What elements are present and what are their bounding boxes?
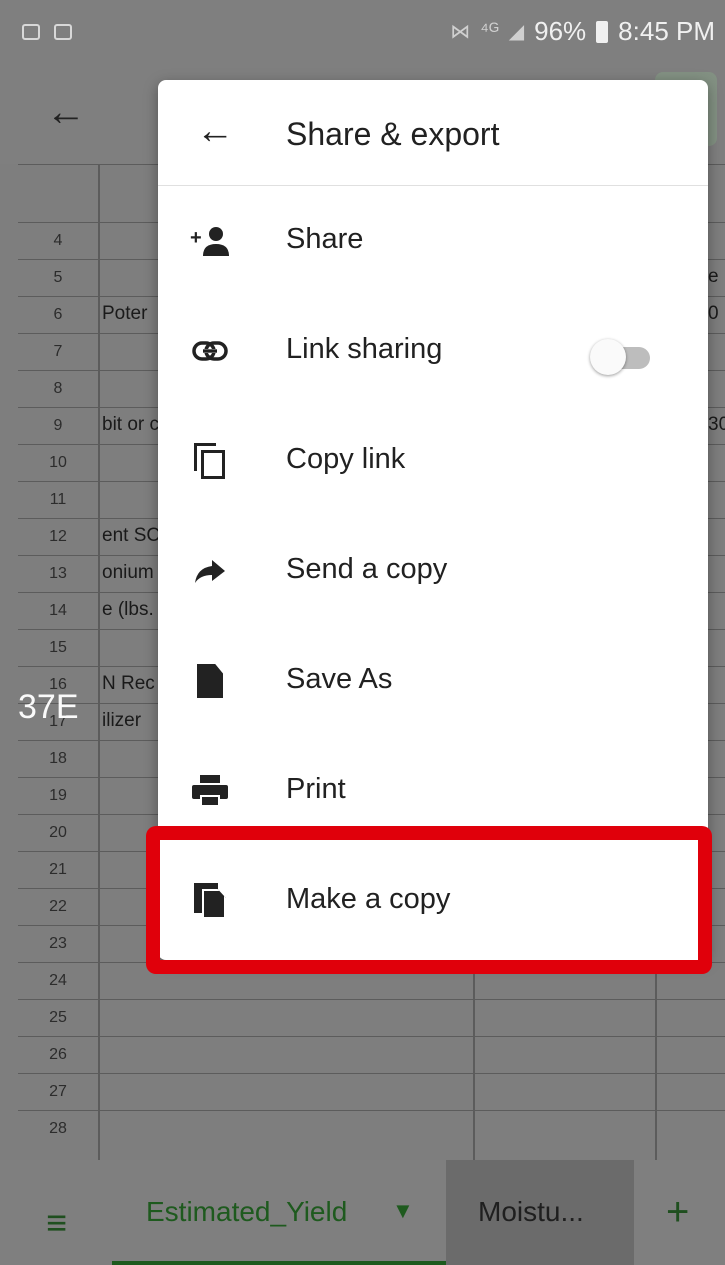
svg-text:+: + — [190, 227, 202, 249]
menu-item-send-a-copy[interactable]: Send a copy — [158, 515, 708, 625]
row-number: 27 — [49, 1083, 67, 1100]
toggle-thumb — [590, 339, 626, 375]
row-number: 28 — [49, 1120, 67, 1137]
print-icon — [190, 771, 230, 811]
menu-item-copy-link[interactable]: Copy link — [158, 405, 708, 515]
menu-item-save-as[interactable]: Save As — [158, 625, 708, 735]
row-number: 8 — [53, 380, 63, 397]
row-number: 14 — [49, 602, 67, 619]
row-number: 24 — [49, 972, 67, 989]
menu-item-label: Make a copy — [286, 883, 451, 915]
row-number: 13 — [49, 565, 67, 582]
row-number: 5 — [53, 269, 63, 286]
back-arrow-icon[interactable]: ← — [46, 90, 86, 135]
table-row: 28 — [18, 1110, 725, 1147]
menu-item-label: Share — [286, 223, 364, 255]
table-cell: onium — [102, 562, 154, 583]
cell-overflow-text: 37E — [18, 688, 79, 726]
link-icon — [190, 331, 230, 371]
signal-icon: ◢ — [508, 21, 525, 43]
table-cell: e (lbs. — [102, 599, 154, 620]
menu-item-label: Send a copy — [286, 553, 448, 585]
row-number: 20 — [49, 824, 67, 841]
caret-down-icon: ▼ — [392, 1198, 414, 1223]
network-4g-icon: ⁴ᴳ — [480, 20, 499, 42]
all-sheets-menu-icon[interactable]: ≡ — [46, 1202, 67, 1244]
copy-link-icon — [190, 441, 230, 481]
battery-icon — [596, 20, 609, 43]
menu-item-make-a-copy[interactable]: Make a copy — [158, 845, 708, 955]
notification-icons — [22, 24, 72, 40]
menu-item-link-sharing[interactable]: Link sharing — [158, 295, 708, 405]
add-sheet-icon[interactable]: + — [666, 1190, 689, 1235]
menu-item-print[interactable]: Print — [158, 735, 708, 845]
row-number: 22 — [49, 898, 67, 915]
row-number: 6 — [53, 306, 63, 323]
add-person-icon: + — [190, 221, 230, 261]
table-cell: 30 — [708, 414, 725, 435]
row-number: 12 — [49, 528, 67, 545]
tab-moisture[interactable]: Moistu... — [446, 1160, 634, 1265]
make-copy-icon — [190, 881, 230, 921]
table-cell: bit or c — [102, 414, 160, 435]
status-bar: ⋈ ⁴ᴳ ◢ 96% 8:45 PM — [0, 0, 725, 64]
menu-header: ← Share & export — [158, 80, 708, 186]
document-icon — [190, 661, 230, 701]
table-row: 26 — [18, 1036, 725, 1073]
menu-item-label: Print — [286, 773, 346, 805]
gallery-icon — [22, 24, 40, 40]
menu-item-label: Copy link — [286, 443, 406, 475]
table-row: 24 — [18, 962, 725, 999]
sheet-tab-bar: ≡ Estimated_Yield ▼ Moistu... + — [0, 1160, 725, 1265]
row-number: 23 — [49, 935, 67, 952]
row-number: 10 — [49, 454, 67, 471]
back-arrow-icon[interactable]: ← — [196, 110, 234, 153]
sim-icon — [54, 24, 72, 40]
menu-item-share[interactable]: + Share — [158, 185, 708, 295]
row-number: 25 — [49, 1009, 67, 1026]
table-cell: N Rec — [102, 673, 155, 694]
row-number: 11 — [49, 491, 67, 508]
battery-percent: 96% — [534, 16, 587, 46]
table-cell: ilizer — [102, 710, 142, 731]
link-sharing-toggle[interactable] — [590, 339, 654, 375]
clock: 8:45 PM — [618, 16, 715, 46]
status-right: ⋈ ⁴ᴳ ◢ 96% 8:45 PM — [450, 16, 715, 47]
send-icon — [190, 551, 230, 591]
row-number: 18 — [49, 750, 67, 767]
table-row: 27 — [18, 1073, 725, 1110]
menu-item-label: Link sharing — [286, 333, 443, 365]
tab-label: Estimated_Yield — [146, 1196, 348, 1227]
row-number: 7 — [53, 343, 63, 360]
tab-estimated-yield[interactable]: Estimated_Yield ▼ — [112, 1160, 446, 1265]
table-cell: 0 — [708, 303, 719, 324]
table-cell: Poter — [102, 303, 148, 324]
row-number: 21 — [49, 861, 67, 878]
row-number: 26 — [49, 1046, 67, 1063]
mute-icon: ⋈ — [450, 21, 471, 43]
row-number: 15 — [49, 639, 67, 656]
row-number: 4 — [53, 232, 63, 249]
menu-item-label: Save As — [286, 663, 393, 695]
tab-label: Moistu... — [478, 1196, 584, 1227]
table-row: 25 — [18, 999, 725, 1036]
share-export-menu: ← Share & export + Share Link sharing Co… — [158, 80, 708, 960]
menu-title: Share & export — [286, 116, 500, 152]
row-number: 9 — [53, 417, 63, 434]
table-cell: ent SC — [102, 525, 161, 546]
row-number: 19 — [49, 787, 67, 804]
table-cell: e — [708, 266, 719, 287]
